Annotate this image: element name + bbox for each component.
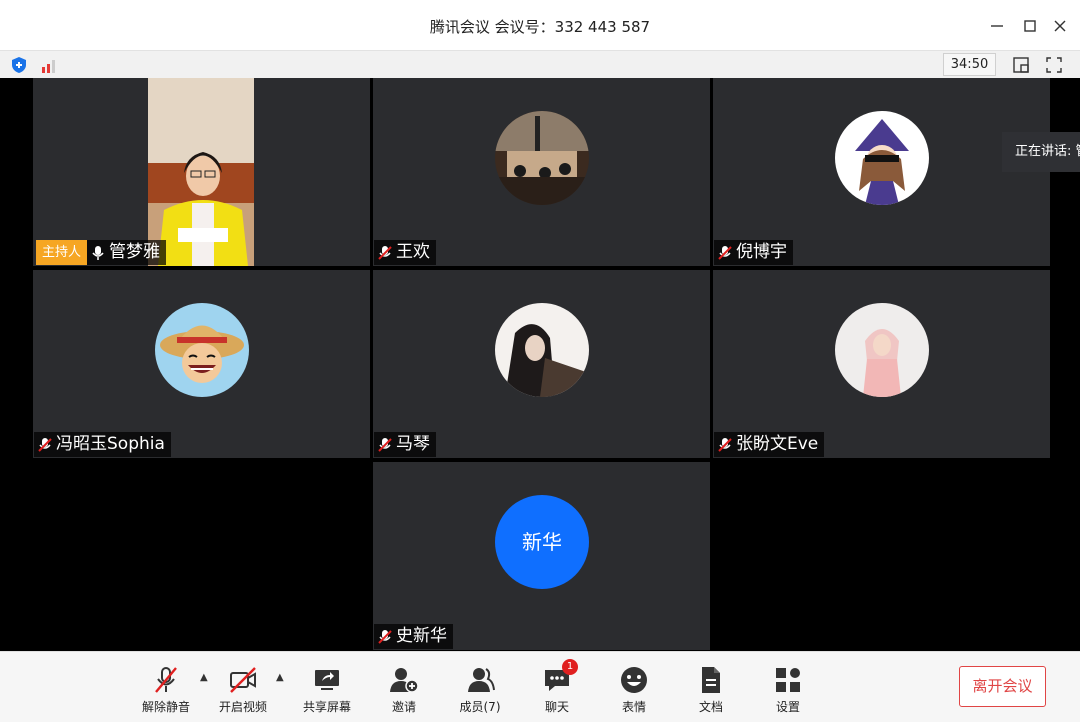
participant-name-tag: 倪博宇 — [714, 240, 793, 265]
speaking-indicator: 正在讲话: 管 — [1002, 132, 1080, 172]
fullscreen-icon[interactable] — [1044, 55, 1064, 75]
emoji-icon — [621, 667, 647, 693]
add-user-icon — [390, 668, 419, 693]
signal-icon[interactable] — [39, 55, 59, 75]
chat-badge: 1 — [562, 659, 578, 675]
meeting-timer: 34:50 — [943, 53, 996, 76]
window-title: 腾讯会议 会议号：332 443 587 — [429, 18, 651, 36]
settings-label: 设置 — [775, 700, 800, 714]
participant-tile[interactable]: 张盼文Eve — [713, 270, 1050, 458]
start-video-label: 开启视频 — [218, 700, 267, 714]
settings-button[interactable]: 设置 — [753, 660, 823, 718]
members-icon — [468, 668, 495, 692]
shield-icon[interactable] — [9, 55, 29, 75]
docs-label: 文档 — [698, 700, 723, 714]
text-avatar: 新华 — [495, 495, 589, 589]
start-video-button[interactable]: 开启视频 — [208, 660, 278, 718]
maximize-icon[interactable] — [1019, 15, 1041, 37]
participant-tile[interactable]: 倪博宇 — [713, 78, 1050, 266]
meeting-toolbar: 解除静音 ▲ 开启视频 ▲ 共享屏幕 邀请 成员(7) 1 聊天 表情 文档 设… — [0, 651, 1080, 722]
share-screen-label: 共享屏幕 — [302, 700, 351, 714]
microphone-muted-icon — [155, 667, 177, 693]
participant-name: 史新华 — [396, 626, 447, 646]
microphone-muted-icon — [716, 244, 734, 262]
video-grid: 主持人 管梦雅 王欢 倪博宇 冯昭玉Sophia 马琴 张盼文Eve 新华 史新… — [0, 78, 1080, 651]
avatar — [835, 111, 929, 205]
avatar — [155, 303, 249, 397]
participant-tile[interactable]: 新华 史新华 — [373, 462, 710, 650]
leave-meeting-button[interactable]: 离开会议 — [959, 666, 1046, 707]
chat-button[interactable]: 1 聊天 — [522, 659, 592, 718]
share-screen-button[interactable]: 共享屏幕 — [292, 660, 362, 718]
settings-grid-icon — [776, 668, 800, 692]
title-bar: 腾讯会议 会议号：332 443 587 — [0, 0, 1080, 50]
reactions-button[interactable]: 表情 — [599, 660, 669, 718]
host-badge: 主持人 — [36, 240, 88, 265]
participant-name-tag: 王欢 — [374, 240, 436, 265]
reactions-label: 表情 — [621, 700, 646, 714]
close-icon[interactable] — [1049, 15, 1071, 37]
avatar — [495, 111, 589, 205]
participant-name: 张盼文Eve — [736, 434, 819, 454]
microphone-muted-icon — [376, 628, 394, 646]
participant-name-tag: 主持人 管梦雅 — [36, 240, 167, 265]
members-label: 成员(7) — [459, 700, 501, 714]
participant-name: 马琴 — [396, 434, 430, 454]
microphone-muted-icon — [36, 436, 54, 454]
microphone-icon — [89, 244, 107, 262]
participant-tile[interactable]: 冯昭玉Sophia — [33, 270, 370, 458]
participant-name: 管梦雅 — [109, 242, 161, 262]
share-screen-icon — [315, 670, 339, 690]
invite-button[interactable]: 邀请 — [369, 660, 439, 718]
microphone-muted-icon — [716, 436, 734, 454]
participant-tile-host[interactable]: 主持人 管梦雅 — [33, 78, 370, 266]
layout-icon[interactable] — [1011, 55, 1031, 75]
participant-name: 王欢 — [396, 242, 430, 262]
chat-label: 聊天 — [544, 700, 569, 714]
participant-tile[interactable]: 马琴 — [373, 270, 710, 458]
invite-label: 邀请 — [391, 700, 416, 714]
participant-name-tag: 史新华 — [374, 624, 453, 649]
document-icon — [702, 667, 720, 693]
participant-tile[interactable]: 王欢 — [373, 78, 710, 266]
participant-name-tag: 张盼文Eve — [714, 432, 825, 457]
minimize-icon[interactable] — [986, 15, 1008, 37]
participant-name-tag: 冯昭玉Sophia — [34, 432, 171, 457]
unmute-button[interactable]: 解除静音 — [131, 660, 201, 718]
participant-name: 倪博宇 — [736, 242, 787, 262]
avatar — [495, 303, 589, 397]
avatar — [835, 303, 929, 397]
docs-button[interactable]: 文档 — [676, 660, 746, 718]
microphone-muted-icon — [376, 436, 394, 454]
participant-name: 冯昭玉Sophia — [56, 434, 165, 454]
status-bar: 34:50 — [0, 50, 1080, 78]
microphone-muted-icon — [376, 244, 394, 262]
video-feed — [148, 78, 254, 266]
video-options-caret-icon[interactable]: ▲ — [276, 672, 288, 684]
unmute-label: 解除静音 — [141, 700, 190, 714]
participant-name-tag: 马琴 — [374, 432, 436, 457]
camera-off-icon — [230, 667, 256, 693]
members-button[interactable]: 成员(7) — [445, 660, 515, 718]
